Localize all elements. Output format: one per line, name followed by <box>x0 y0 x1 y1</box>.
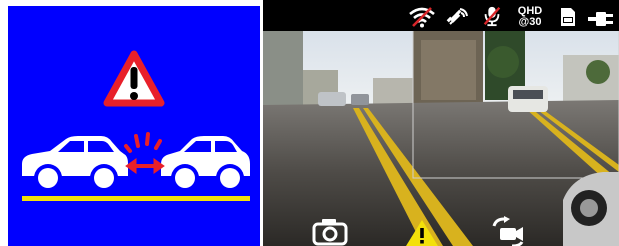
sd-card-icon <box>561 8 575 26</box>
gps-signal-icon <box>446 8 468 25</box>
warning-triangle-icon <box>103 50 165 107</box>
collision-distance-arrow <box>124 132 165 174</box>
collision-warning-panel <box>8 6 260 246</box>
front-collision-warning-illustration <box>22 50 250 201</box>
own-car <box>22 136 128 192</box>
emergency-warning-icon[interactable] <box>404 218 440 246</box>
fps-label: @30 <box>518 16 542 28</box>
camera-live-view <box>263 0 619 246</box>
dashcam-screen: QHD @30 <box>0 0 619 246</box>
status-bar: QHD @30 <box>263 0 619 31</box>
lane-line <box>22 196 250 201</box>
resolution-badge: QHD @30 <box>513 6 547 28</box>
switch-camera-icon[interactable] <box>490 216 526 246</box>
power-plug-icon <box>588 12 613 26</box>
wifi-off-icon <box>409 7 435 28</box>
leading-car <box>161 136 250 192</box>
camera-snapshot-icon[interactable] <box>312 218 348 246</box>
microphone-muted-icon <box>483 6 501 27</box>
